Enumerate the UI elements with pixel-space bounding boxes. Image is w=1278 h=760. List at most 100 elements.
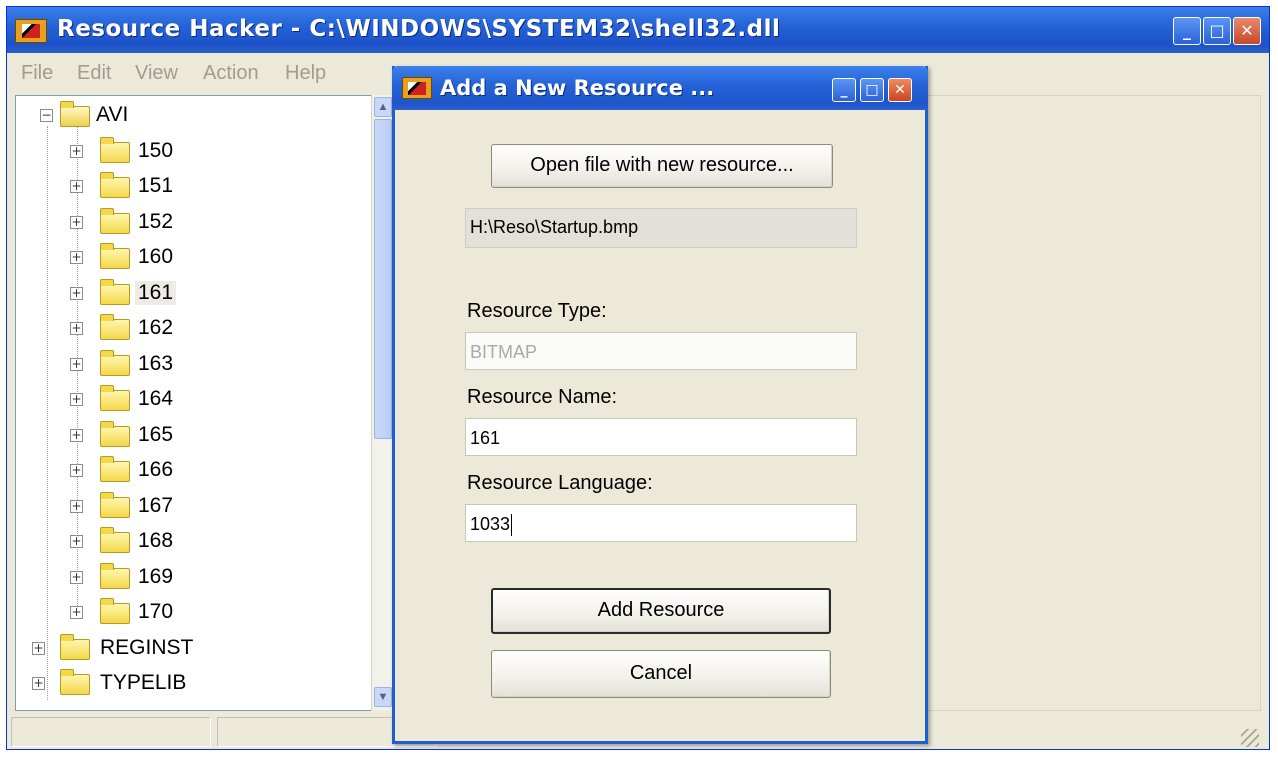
tree-item-166[interactable]: + 166 — [16, 455, 376, 487]
tree-label: TYPELIB — [100, 671, 187, 694]
expand-icon[interactable]: + — [70, 145, 83, 158]
menu-action[interactable]: Action — [203, 62, 259, 85]
expand-icon[interactable]: + — [70, 500, 83, 513]
tree-label: 160 — [138, 245, 174, 268]
tree-item-161[interactable]: + 161 — [16, 278, 376, 310]
tree-label: AVI — [96, 103, 129, 126]
resource-tree[interactable]: − AVI + 150 + 151 + 152 + 160 + 161 + 16… — [15, 95, 401, 711]
maximize-icon: □ — [865, 82, 879, 98]
expand-icon[interactable]: + — [70, 393, 83, 406]
add-resource-dialog: Add a New Resource ... _ □ ✕ Open file w… — [392, 66, 928, 744]
expand-icon[interactable]: + — [70, 216, 83, 229]
folder-icon — [100, 350, 130, 376]
tree-label: 169 — [138, 565, 174, 588]
folder-icon — [100, 492, 130, 518]
expand-icon[interactable]: + — [70, 251, 83, 264]
resource-name-label: Resource Name: — [467, 386, 618, 408]
maximize-icon: □ — [1209, 21, 1225, 40]
folder-icon — [100, 208, 130, 234]
menu-view[interactable]: View — [135, 62, 178, 85]
open-folder-icon — [60, 101, 90, 127]
dialog-title: Add a New Resource ... — [440, 76, 715, 100]
folder-icon — [100, 172, 130, 198]
resource-hacker-app-icon — [15, 19, 47, 43]
open-file-button[interactable]: Open file with new resource... — [491, 144, 833, 188]
menu-edit[interactable]: Edit — [77, 62, 111, 85]
folder-icon — [100, 243, 130, 269]
tree-item-164[interactable]: + 164 — [16, 384, 376, 416]
resource-type-label: Resource Type: — [467, 300, 607, 322]
menu-help[interactable]: Help — [285, 62, 326, 85]
tree-item-151[interactable]: + 151 — [16, 171, 376, 203]
minimize-button[interactable]: _ — [1173, 17, 1201, 45]
expand-icon[interactable]: + — [70, 606, 83, 619]
expand-icon[interactable]: + — [70, 571, 83, 584]
expand-icon[interactable]: + — [70, 180, 83, 193]
tree-item-165[interactable]: + 165 — [16, 420, 376, 452]
tree-item-152[interactable]: + 152 — [16, 207, 376, 239]
tree-label: 164 — [138, 387, 174, 410]
tree-item-170[interactable]: + 170 — [16, 597, 376, 629]
tree-item-avi[interactable]: − AVI — [16, 100, 376, 132]
tree-item-169[interactable]: + 169 — [16, 562, 376, 594]
tree-label: 166 — [138, 458, 174, 481]
resource-name-field[interactable]: 161 — [465, 418, 857, 456]
tree-item-167[interactable]: + 167 — [16, 491, 376, 523]
resource-language-field[interactable]: 1033 — [465, 504, 857, 542]
expand-icon[interactable]: + — [70, 429, 83, 442]
tree-label: 165 — [138, 423, 174, 446]
tree-label: 163 — [138, 352, 174, 375]
expand-icon[interactable]: + — [70, 535, 83, 548]
add-resource-button-label: Add Resource — [597, 599, 725, 621]
tree-label: REGINST — [100, 636, 194, 659]
folder-icon — [60, 669, 90, 695]
tree-scrollbar[interactable]: ▲ ▼ — [371, 95, 393, 711]
cancel-button[interactable]: Cancel — [491, 650, 831, 698]
file-path-display: H:\Reso\Startup.bmp — [465, 208, 857, 248]
scroll-down-icon[interactable]: ▼ — [374, 687, 392, 707]
dialog-maximize-button[interactable]: □ — [860, 78, 884, 102]
folder-icon — [100, 563, 130, 589]
resource-language-label: Resource Language: — [467, 472, 653, 494]
expand-icon[interactable]: + — [70, 322, 83, 335]
expand-icon[interactable]: + — [70, 464, 83, 477]
tree-item-160[interactable]: + 160 — [16, 242, 376, 274]
close-button[interactable]: ✕ — [1233, 17, 1261, 45]
dialog-titlebar[interactable]: Add a New Resource ... _ □ ✕ — [392, 66, 928, 110]
tree-label: 170 — [138, 600, 174, 623]
tree-label-selected: 161 — [135, 281, 177, 305]
scrollbar-thumb[interactable] — [374, 119, 392, 439]
dialog-minimize-button[interactable]: _ — [832, 78, 856, 102]
folder-icon — [60, 634, 90, 660]
add-resource-button[interactable]: Add Resource — [491, 588, 831, 634]
folder-icon — [100, 527, 130, 553]
expand-icon[interactable]: + — [70, 287, 83, 300]
minimize-icon: _ — [1183, 21, 1191, 40]
tree-item-163[interactable]: + 163 — [16, 349, 376, 381]
folder-icon — [100, 314, 130, 340]
open-file-button-label: Open file with new resource... — [530, 154, 794, 176]
tree-label: 151 — [138, 174, 174, 197]
expand-icon[interactable]: + — [32, 677, 45, 690]
tree-item-reginst[interactable]: + REGINST — [16, 633, 376, 665]
expand-icon[interactable]: + — [70, 358, 83, 371]
scroll-up-icon[interactable]: ▲ — [374, 97, 392, 117]
close-icon: ✕ — [1240, 21, 1254, 40]
folder-icon — [100, 385, 130, 411]
minimize-icon: _ — [840, 82, 848, 98]
maximize-button[interactable]: □ — [1203, 17, 1231, 45]
tree-item-168[interactable]: + 168 — [16, 526, 376, 558]
dialog-close-button[interactable]: ✕ — [888, 78, 912, 102]
main-titlebar[interactable]: Resource Hacker - C:\WINDOWS\SYSTEM32\sh… — [7, 7, 1269, 53]
folder-icon — [100, 137, 130, 163]
tree-item-150[interactable]: + 150 — [16, 136, 376, 168]
tree-item-typelib[interactable]: + TYPELIB — [16, 668, 376, 700]
tree-label: 162 — [138, 316, 174, 339]
menu-file[interactable]: File — [21, 62, 53, 85]
expand-icon[interactable]: + — [32, 642, 45, 655]
tree-item-162[interactable]: + 162 — [16, 313, 376, 345]
resource-type-field: BITMAP — [465, 332, 857, 370]
resize-grip-icon[interactable] — [1241, 729, 1259, 747]
collapse-icon[interactable]: − — [40, 109, 53, 122]
status-panel — [11, 717, 211, 747]
